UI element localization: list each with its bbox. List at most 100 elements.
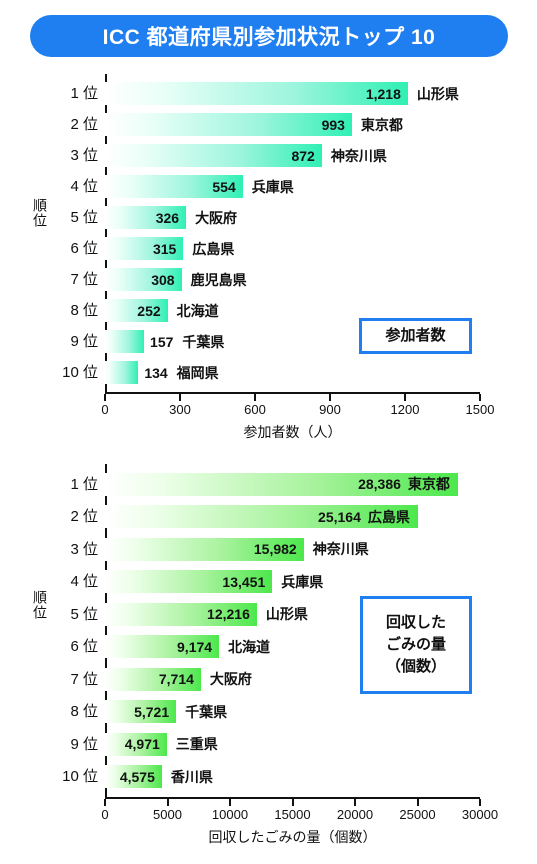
page-title-banner: ICC 都道府県別参加状況トップ 10 — [30, 15, 508, 57]
bar-value-label: 554 — [212, 178, 236, 195]
bar: 308 — [105, 268, 182, 291]
x-axis-title: 参加者数（人） — [243, 424, 342, 440]
prefecture-label: 北海道 — [228, 638, 271, 655]
bar-annotation: 山形県 — [408, 84, 459, 104]
rank-label: 7 位 — [70, 271, 98, 288]
bar-annotation: 千葉県 — [176, 702, 227, 722]
bar-annotation: 大阪府 — [186, 208, 237, 228]
x-tick-label: 1500 — [465, 402, 495, 417]
bar-annotation: 香川県 — [162, 767, 213, 787]
legend-line: 参加者数 — [385, 327, 446, 345]
bar-value-label: 13,451 — [222, 573, 266, 590]
bar: 4,971 — [105, 732, 167, 756]
prefecture-label: 広島県 — [192, 240, 235, 257]
x-tick — [254, 394, 256, 401]
y-axis-title: 順位 — [32, 590, 48, 620]
bar: 993 — [105, 113, 352, 136]
x-tick-label: 10000 — [211, 807, 249, 822]
prefecture-label: 三重県 — [175, 736, 218, 753]
bar-annotation: 北海道 — [168, 301, 219, 321]
rank-label: 6 位 — [70, 638, 98, 656]
bar: 12,216 — [105, 602, 257, 626]
bar-value-label: 5,721 — [134, 703, 170, 720]
prefecture-label: 山形県 — [265, 606, 308, 623]
bar: 5,721 — [105, 700, 177, 724]
bar-row: 1 位 28,386 東京都 — [70, 468, 478, 501]
bar-value-label: 308 — [151, 271, 175, 288]
prefecture-label: 北海道 — [176, 302, 219, 319]
bar-value-label: 134 — [144, 364, 168, 381]
x-tick — [166, 799, 169, 806]
bar-value-label: 326 — [155, 209, 180, 226]
bar: 15,982 — [105, 537, 304, 561]
y-axis-title: 順位 — [32, 198, 48, 228]
rank-label: 7 位 — [70, 670, 98, 688]
bar-annotation: 神奈川県 — [304, 539, 369, 559]
chart-participants: 順位 1 位 1,218 山形県 2 位 993 東京都 3 位 872 神奈川県 4 位 554 兵… — [0, 70, 537, 445]
bar-annotation: 北海道 — [219, 637, 270, 657]
bar-value-label: 1,218 — [365, 85, 401, 102]
x-tick — [354, 799, 356, 806]
bar-row: 4 位 554 兵庫県 — [70, 171, 478, 202]
bar-value-label: 4,575 — [119, 768, 155, 785]
bar-annotation: 兵庫県 — [272, 572, 323, 592]
bar-row: 3 位 15,982 神奈川県 — [70, 533, 478, 566]
legend-box-participants: 参加者数 — [359, 318, 472, 354]
bar-value-label: 12,216 — [207, 606, 250, 623]
bar: 25,164 広島県 — [105, 505, 418, 529]
rank-label: 3 位 — [70, 540, 98, 558]
bar — [105, 361, 139, 384]
x-tick — [479, 799, 481, 806]
rank-label: 9 位 — [70, 735, 98, 753]
rank-label: 5 位 — [70, 209, 98, 226]
x-tick — [291, 799, 294, 806]
bar-annotation: 広島県 — [183, 239, 234, 259]
bar-value-label: 315 — [152, 240, 177, 257]
bar-value-label: 872 — [291, 147, 315, 164]
x-tick — [104, 394, 106, 401]
bar-annotation: 山形県 — [257, 604, 308, 624]
bar: 4,575 — [105, 765, 162, 789]
x-tick-label: 15000 — [274, 807, 311, 822]
bar-row: 1 位 1,218 山形県 — [70, 78, 478, 109]
bar-value-label: 157 — [150, 333, 174, 350]
bar-row: 6 位 315 広島県 — [70, 233, 478, 264]
x-tick — [479, 394, 481, 401]
bar — [105, 330, 145, 353]
prefecture-label: 鹿児島県 — [190, 271, 247, 288]
prefecture-label: 神奈川県 — [312, 541, 369, 558]
legend-line: 回収した — [385, 614, 446, 632]
legend-line: ごみの量 — [385, 636, 446, 654]
bar: 326 — [105, 206, 187, 229]
prefecture-label: 福岡県 — [176, 364, 219, 381]
prefecture-label: 千葉県 — [182, 333, 225, 350]
x-axis-ticks: 0 5000 10000 15000 20000 25000 30000 — [101, 799, 498, 822]
bar: 7,714 — [105, 667, 201, 691]
prefecture-label: 山形県 — [416, 85, 459, 102]
bar: 315 — [105, 237, 184, 260]
legend-box-collected-trash: 回収した ごみの量 （個数） — [360, 596, 472, 694]
bar-value-label: 28,386 — [358, 476, 401, 493]
bar-annotation: 三重県 — [167, 734, 218, 754]
rank-label: 9 位 — [70, 333, 98, 350]
rank-label: 8 位 — [70, 302, 98, 319]
rank-label: 3 位 — [70, 147, 98, 164]
x-tick — [104, 799, 106, 806]
bar-value-label: 7,714 — [158, 671, 194, 688]
rank-label: 10 位 — [62, 768, 98, 786]
bar-annotation: 大阪府 — [201, 669, 252, 689]
x-tick-label: 30000 — [461, 807, 499, 822]
rank-label: 2 位 — [70, 116, 98, 133]
bar-row: 7 位 308 鹿児島県 — [70, 264, 478, 295]
bar-value-label: 4,971 — [124, 736, 160, 753]
bar-row: 4 位 13,451 兵庫県 — [70, 566, 478, 599]
bar-row: 2 位 25,164 広島県 — [70, 501, 478, 534]
x-tick-label: 1200 — [390, 402, 420, 417]
prefecture-label: 東京都 — [407, 476, 450, 493]
bar-annotation: 157 千葉県 — [144, 332, 224, 352]
bar: 872 — [105, 144, 322, 167]
x-axis-title: 回収したごみの量（個数） — [208, 829, 377, 845]
rank-label: 4 位 — [70, 178, 98, 195]
rank-label: 6 位 — [70, 240, 98, 257]
bar: 13,451 — [105, 570, 273, 594]
